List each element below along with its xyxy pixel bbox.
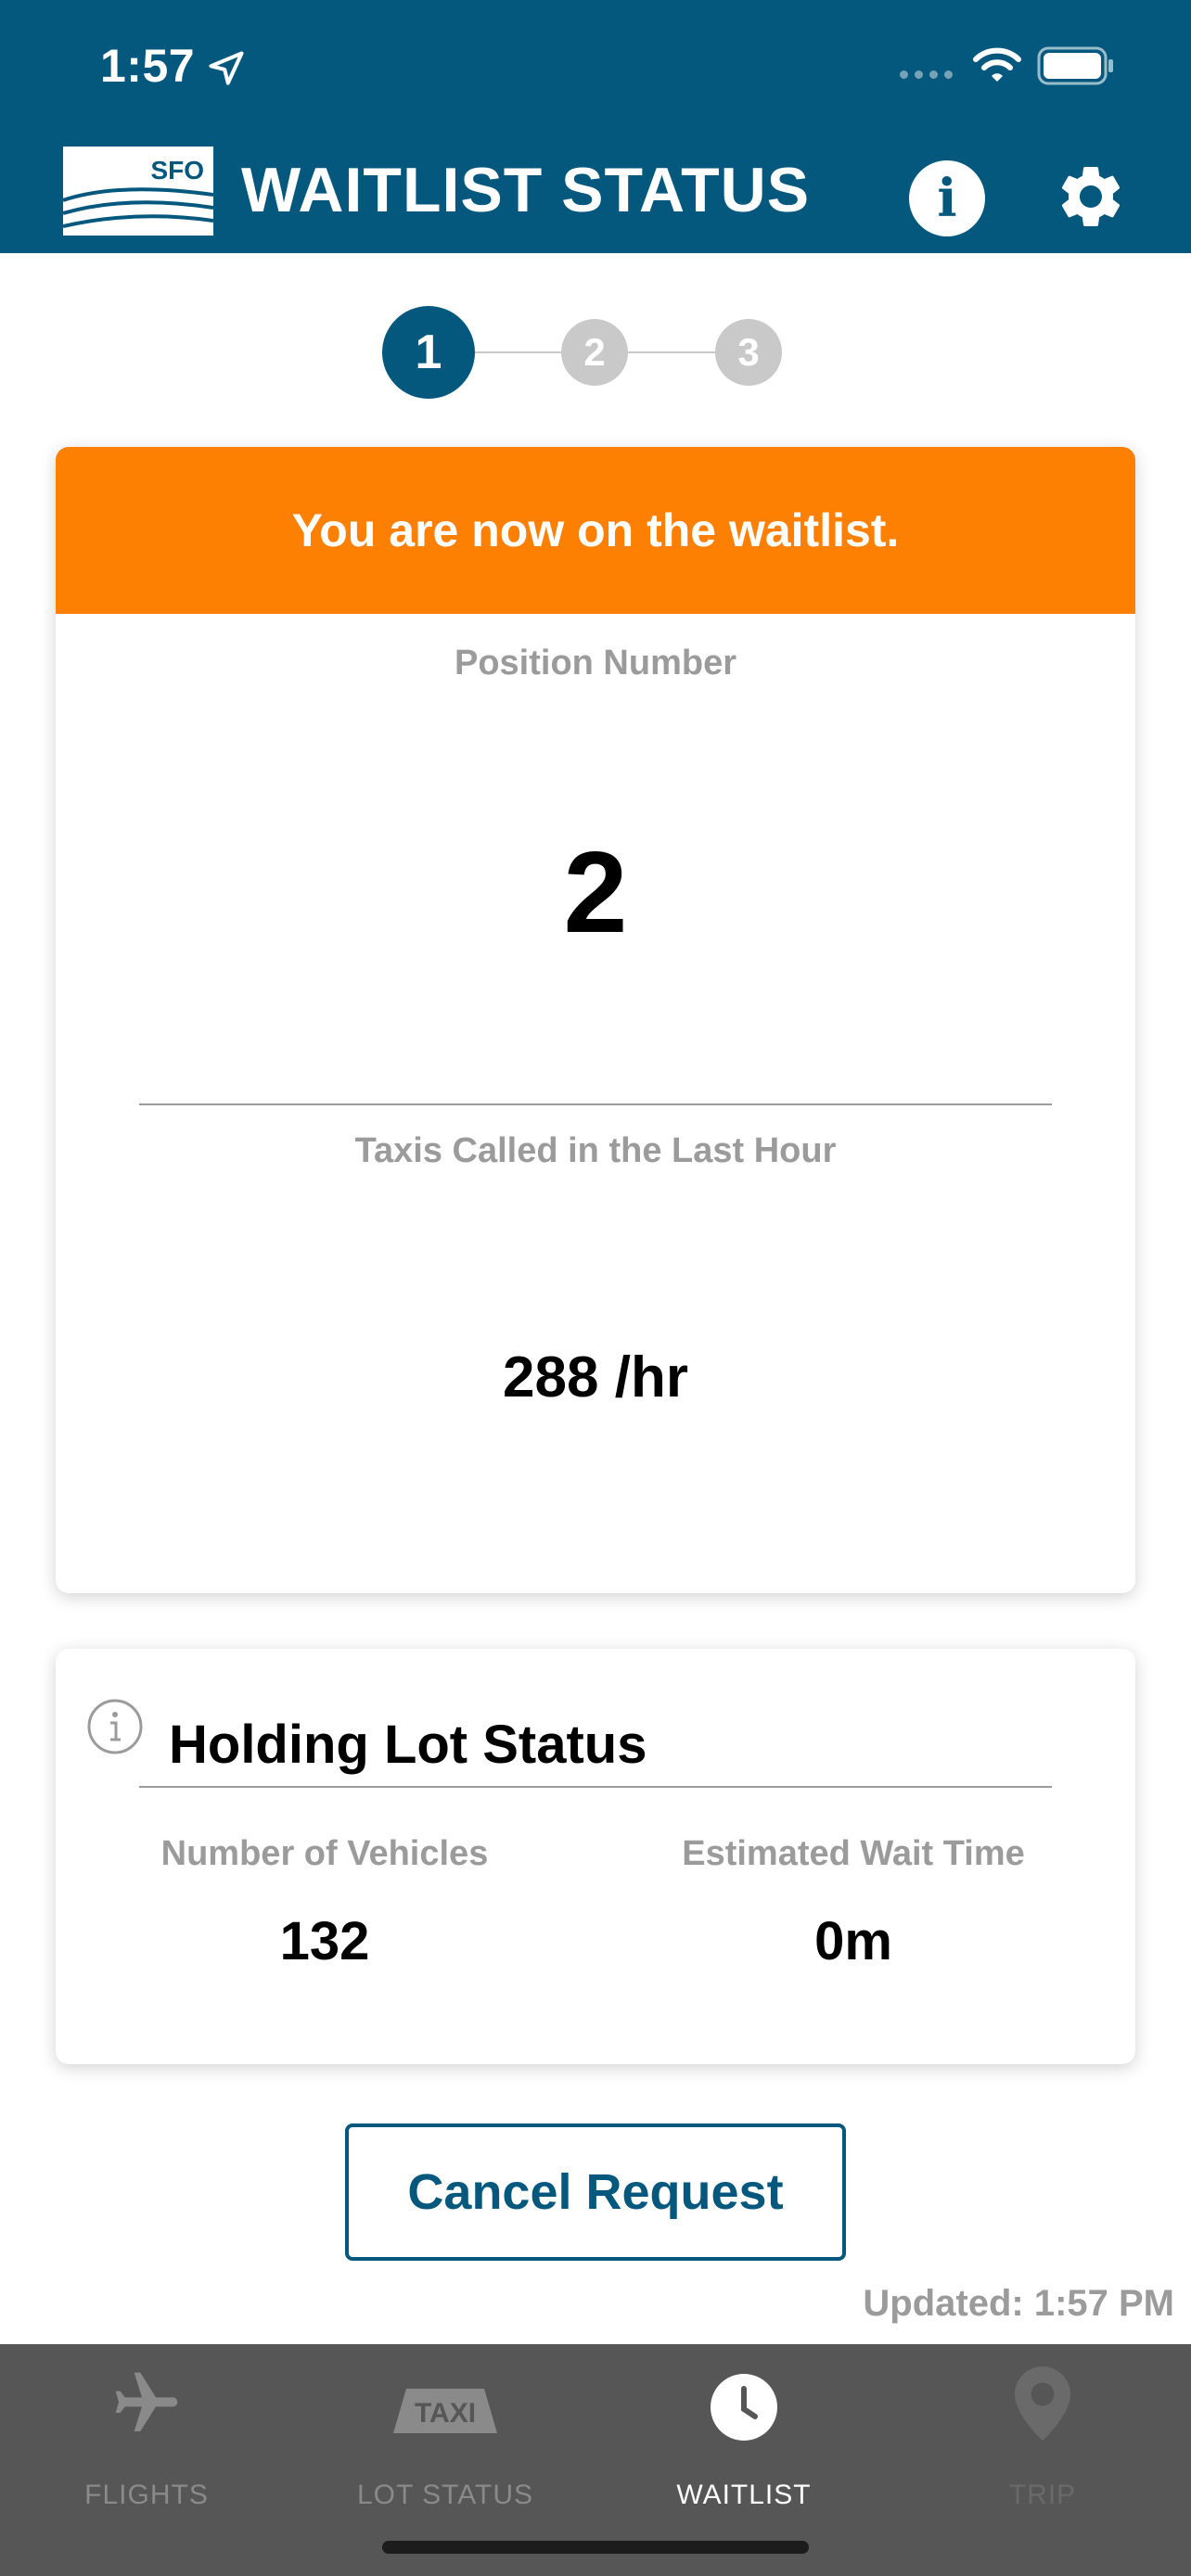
gear-icon[interactable] bbox=[1054, 159, 1128, 234]
taxis-called-value: 288 /hr bbox=[503, 1345, 688, 1409]
location-pin-icon bbox=[1015, 2366, 1070, 2441]
step-2: 2 bbox=[561, 319, 628, 386]
tab-label: WAITLIST bbox=[676, 2480, 812, 2510]
step-3: 3 bbox=[715, 319, 782, 386]
tab-trip[interactable]: TRIP bbox=[922, 2366, 1163, 2510]
cellular-signal-icon bbox=[900, 70, 953, 79]
waitlist-status-card: You are now on the waitlist. Position Nu… bbox=[56, 447, 1135, 1593]
status-bar-time: 1:57 bbox=[100, 40, 196, 92]
progress-stepper: 1 2 3 bbox=[0, 306, 1191, 399]
taxi-icon: TAXI bbox=[393, 2389, 497, 2433]
airplane-icon bbox=[115, 2372, 178, 2431]
tab-lot-status[interactable]: TAXI LOT STATUS bbox=[325, 2366, 566, 2510]
info-button[interactable]: i bbox=[909, 160, 985, 236]
stepper-connector bbox=[628, 351, 715, 353]
tab-label: TRIP bbox=[1008, 2480, 1077, 2510]
holding-lot-title: Holding Lot Status bbox=[169, 1715, 647, 1775]
vehicles-value: 132 bbox=[279, 1911, 370, 1971]
updated-timestamp: Updated: 1:57 PM bbox=[863, 2283, 1174, 2324]
tab-label: LOT STATUS bbox=[356, 2480, 534, 2510]
tab-label: FLIGHTS bbox=[84, 2480, 209, 2510]
cancel-request-button[interactable]: Cancel Request bbox=[345, 2123, 846, 2261]
page-title: WAITLIST STATUS bbox=[241, 155, 811, 225]
tab-waitlist[interactable]: WAITLIST bbox=[623, 2366, 864, 2510]
position-value: 2 bbox=[563, 829, 628, 957]
wifi-icon bbox=[973, 47, 1021, 82]
divider bbox=[139, 1103, 1052, 1105]
wait-time-value: 0m bbox=[814, 1911, 892, 1971]
battery-icon bbox=[1037, 46, 1113, 85]
taxi-icon-text: TAXI bbox=[415, 2398, 476, 2429]
step-1-active: 1 bbox=[382, 306, 475, 399]
position-label: Position Number bbox=[454, 644, 737, 682]
app-header: 1:57 SFO WAITLIST STATUS i bbox=[0, 0, 1191, 253]
stepper-connector bbox=[475, 351, 561, 353]
vehicles-label: Number of Vehicles bbox=[160, 1834, 489, 1873]
taxis-called-label: Taxis Called in the Last Hour bbox=[354, 1131, 837, 1170]
location-arrow-icon bbox=[209, 51, 244, 85]
holding-lot-card: Holding Lot Status Number of Vehicles 13… bbox=[56, 1649, 1135, 2064]
divider bbox=[139, 1786, 1052, 1788]
sfo-logo: SFO bbox=[63, 147, 213, 236]
clock-icon bbox=[711, 2374, 777, 2441]
info-circle-icon[interactable] bbox=[85, 1697, 145, 1756]
waitlist-banner: You are now on the waitlist. bbox=[56, 447, 1135, 614]
wait-time-label: Estimated Wait Time bbox=[682, 1834, 1025, 1873]
tab-flights[interactable]: FLIGHTS bbox=[26, 2366, 267, 2510]
home-indicator bbox=[382, 2541, 809, 2554]
info-icon: i bbox=[937, 168, 957, 229]
